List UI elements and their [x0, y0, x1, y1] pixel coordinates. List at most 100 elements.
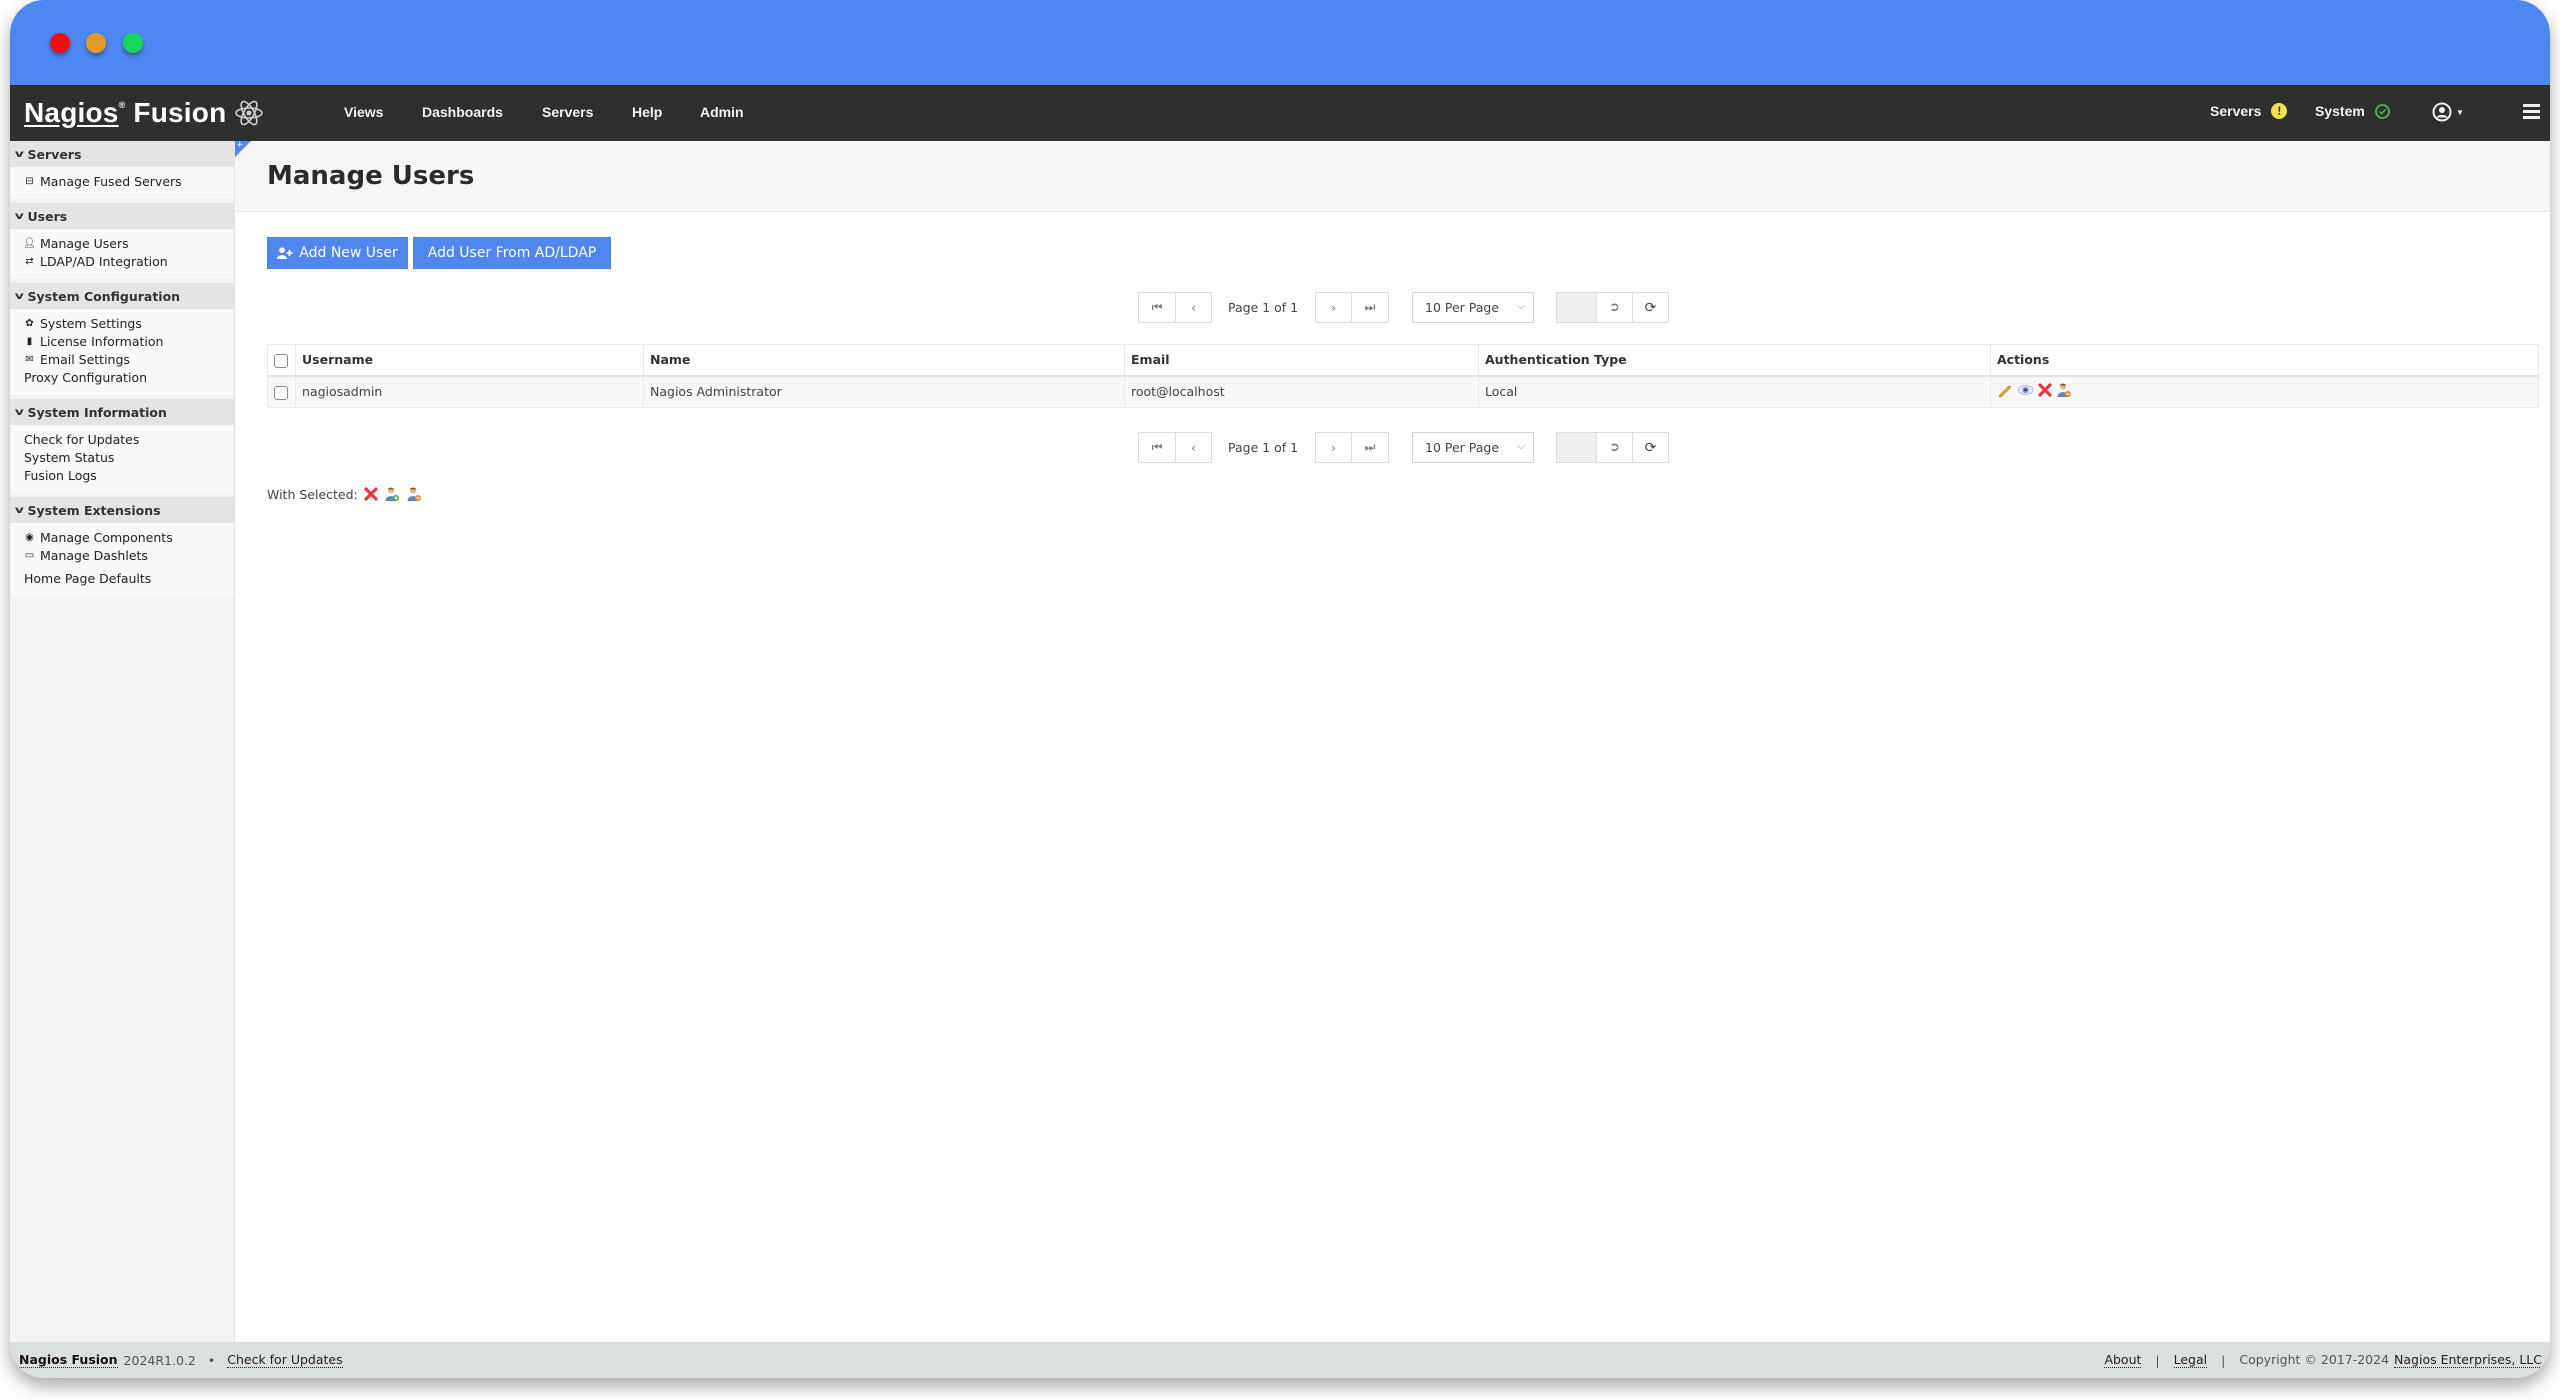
column-header-email[interactable]: Email: [1124, 344, 1479, 377]
page-number-input[interactable]: [1556, 432, 1597, 463]
footer-product-name[interactable]: Nagios Fusion: [19, 1352, 118, 1368]
next-page-button[interactable]: ›: [1315, 292, 1352, 323]
sidebar-toggle-corner[interactable]: +: [235, 140, 251, 157]
cell-name: Nagios Administrator: [643, 375, 1125, 408]
nav-admin[interactable]: Admin: [700, 104, 744, 120]
next-page-button[interactable]: ›: [1315, 432, 1352, 463]
sidebar-item-label: Home Page Defaults: [24, 571, 152, 586]
sidebar-item-license-information[interactable]: ▮ License Information: [24, 333, 234, 351]
atom-icon: [235, 100, 264, 126]
sidebar-item-email-settings[interactable]: ✉ Email Settings: [24, 351, 234, 369]
table-header-row: Username Name Email Authentication Type …: [267, 344, 2539, 377]
sidebar: v Servers ⊟ Manage Fused Servers v Users…: [10, 141, 235, 1342]
chevron-left-icon: ‹: [1191, 300, 1196, 315]
chevron-down-icon: ⌵: [1517, 441, 1525, 452]
browser-window: Nagios ® Fusion Views Dashboards Servers…: [10, 0, 2550, 1378]
sidebar-item-label: Manage Dashlets: [40, 548, 148, 563]
sidebar-section-system-information[interactable]: v System Information: [10, 399, 234, 425]
hamburger-icon[interactable]: [2523, 104, 2540, 119]
per-page-select[interactable]: 10 Per Page ⌵: [1412, 292, 1534, 323]
page-number-input[interactable]: [1556, 292, 1597, 323]
user-disable-icon[interactable]: [406, 486, 422, 502]
sidebar-section-system-configuration[interactable]: v System Configuration: [10, 283, 234, 309]
user-enable-icon[interactable]: [384, 486, 400, 502]
sidebar-section-system-extensions[interactable]: v System Extensions: [10, 497, 234, 523]
user-menu[interactable]: ▼: [2432, 102, 2464, 122]
sidebar-item-system-status[interactable]: System Status: [24, 449, 234, 467]
sidebar-item-label: Check for Updates: [24, 432, 140, 447]
folder-icon: ▭: [24, 550, 35, 561]
add-new-user-button[interactable]: Add New User: [267, 237, 408, 269]
chevron-left-icon: ‹: [1191, 440, 1196, 455]
sidebar-item-system-settings[interactable]: ✿ System Settings: [24, 315, 234, 333]
sidebar-item-home-page-defaults[interactable]: Home Page Defaults: [24, 570, 234, 588]
sidebar-item-fusion-logs[interactable]: Fusion Logs: [24, 467, 234, 485]
servers-status[interactable]: Servers !: [2210, 103, 2288, 119]
maximize-window-button[interactable]: [123, 33, 143, 53]
refresh-button[interactable]: ⟳: [1632, 432, 1669, 463]
first-page-button[interactable]: ⏮: [1138, 432, 1176, 463]
sidebar-section-title: Users: [27, 208, 68, 224]
per-page-select[interactable]: 10 Per Page ⌵: [1412, 432, 1534, 463]
last-page-button[interactable]: ⏭: [1351, 292, 1389, 323]
previous-page-button[interactable]: ‹: [1175, 432, 1212, 463]
column-header-name[interactable]: Name: [643, 344, 1125, 377]
last-page-button[interactable]: ⏭: [1351, 432, 1389, 463]
column-header-actions: Actions: [1990, 344, 2539, 377]
sidebar-item-manage-dashlets[interactable]: ▭ Manage Dashlets: [24, 547, 234, 565]
nav-help[interactable]: Help: [632, 104, 662, 120]
sidebar-section-title: System Configuration: [27, 288, 181, 304]
gear-icon: ✿: [25, 318, 34, 329]
sidebar-item-proxy-configuration[interactable]: Proxy Configuration: [24, 369, 234, 387]
minimize-window-button[interactable]: [86, 33, 106, 53]
refresh-button[interactable]: ⟳: [1632, 292, 1669, 323]
footer-legal-link[interactable]: Legal: [2173, 1352, 2208, 1368]
chevron-down-icon: v: [14, 290, 24, 302]
delete-icon[interactable]: [364, 487, 378, 501]
footer-separator: |: [2221, 1352, 2226, 1368]
column-header-username[interactable]: Username: [295, 344, 644, 377]
footer-check-for-updates-link[interactable]: Check for Updates: [227, 1352, 343, 1368]
nav-dashboards[interactable]: Dashboards: [422, 104, 503, 120]
nagios-fusion-logo[interactable]: Nagios ® Fusion: [24, 97, 264, 129]
cube-icon: ◉: [25, 532, 34, 543]
select-all-checkbox[interactable]: [274, 353, 288, 368]
sidebar-item-manage-components[interactable]: ◉ Manage Components: [24, 529, 234, 547]
last-page-icon: ⏭: [1364, 300, 1376, 314]
sidebar-section-title: Servers: [27, 146, 82, 162]
footer-about-link[interactable]: About: [2104, 1352, 2142, 1368]
close-window-button[interactable]: [50, 33, 70, 53]
first-page-icon: ⏮: [1151, 440, 1163, 454]
chevron-right-icon: ›: [1331, 300, 1336, 315]
row-checkbox[interactable]: [274, 385, 288, 400]
sidebar-item-check-for-updates[interactable]: Check for Updates: [24, 431, 234, 449]
user-plus-icon: [277, 247, 293, 259]
nav-servers[interactable]: Servers: [542, 104, 593, 120]
sidebar-item-label: System Settings: [40, 316, 142, 331]
delete-icon[interactable]: [2038, 383, 2052, 397]
add-user-from-ldap-label: Add User From AD/LDAP: [427, 245, 597, 261]
first-page-button[interactable]: ⏮: [1138, 292, 1176, 323]
view-icon[interactable]: [2017, 382, 2034, 398]
go-to-page-button[interactable]: ➲: [1596, 432, 1633, 463]
sidebar-section-servers[interactable]: v Servers: [10, 141, 234, 167]
server-icon: ⊟: [25, 176, 34, 187]
column-header-authentication-type[interactable]: Authentication Type: [1478, 344, 1991, 377]
cell-auth-type: Local: [1478, 375, 1991, 408]
nav-views[interactable]: Views: [344, 104, 383, 120]
system-status[interactable]: System: [2315, 103, 2390, 119]
sidebar-section-users[interactable]: v Users: [10, 203, 234, 229]
refresh-icon: ⟳: [1644, 299, 1657, 316]
previous-page-button[interactable]: ‹: [1175, 292, 1212, 323]
add-user-from-ldap-button[interactable]: Add User From AD/LDAP: [413, 237, 611, 269]
go-to-page-button[interactable]: ➲: [1596, 292, 1633, 323]
cell-actions: [1990, 375, 2539, 408]
sidebar-item-ldap-ad-integration[interactable]: ⇄ LDAP/AD Integration: [24, 253, 234, 271]
plus-icon: +: [236, 140, 244, 150]
footer-company-link[interactable]: Nagios Enterprises, LLC: [2394, 1352, 2542, 1368]
masquerade-icon[interactable]: [2056, 382, 2072, 398]
with-selected-label: With Selected:: [267, 486, 358, 502]
edit-icon[interactable]: [1997, 382, 2013, 398]
sidebar-item-manage-users[interactable]: 👤︎ Manage Users: [23, 235, 234, 253]
sidebar-item-manage-fused-servers[interactable]: ⊟ Manage Fused Servers: [24, 173, 234, 191]
